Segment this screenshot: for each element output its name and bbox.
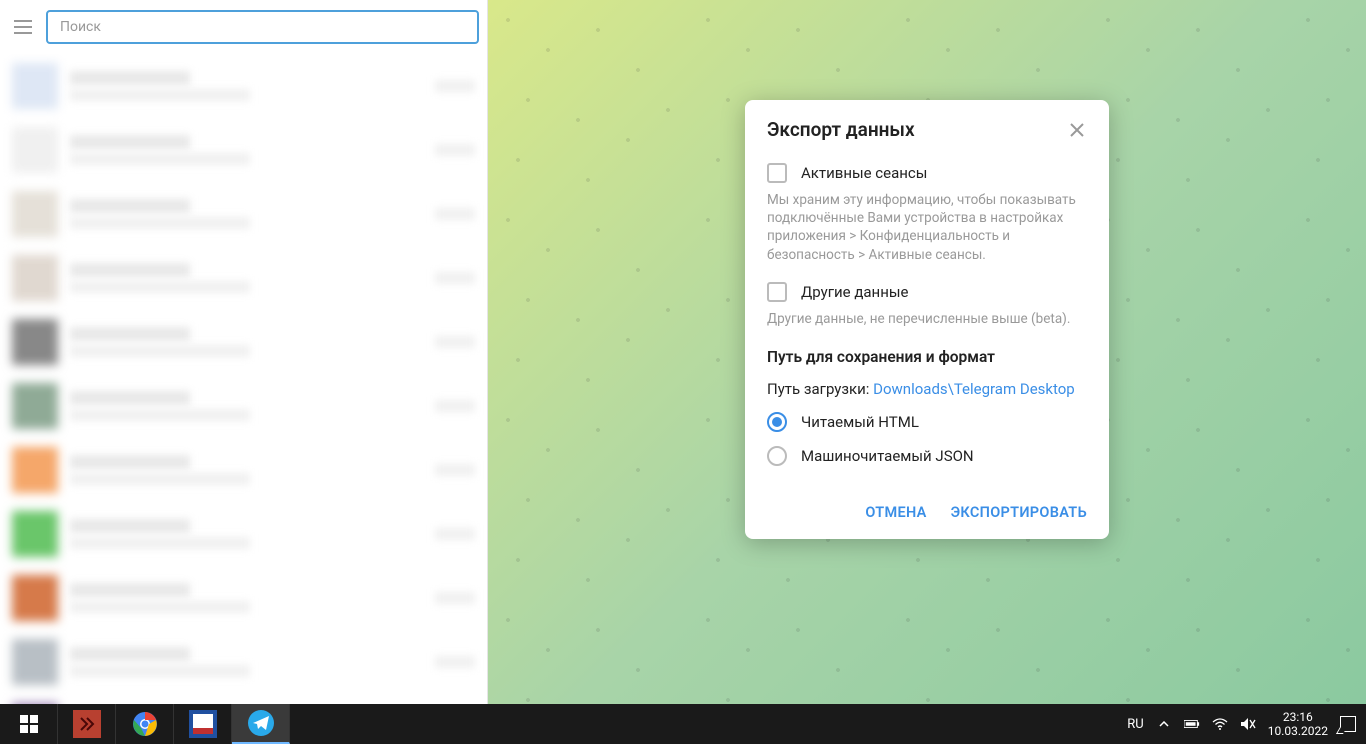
close-button[interactable] bbox=[1067, 120, 1087, 140]
chat-item[interactable] bbox=[0, 246, 487, 310]
cancel-button[interactable]: ОТМЕНА bbox=[865, 504, 926, 521]
sidebar-header bbox=[0, 0, 487, 54]
dialog-overlay: Экспорт данных Активные сеансы Мы храним… bbox=[488, 0, 1366, 704]
checkbox-row-sessions[interactable]: Активные сеансы bbox=[767, 163, 1087, 183]
clock[interactable]: 23:16 10.03.2022 bbox=[1268, 710, 1328, 739]
search-input[interactable] bbox=[46, 10, 479, 44]
chat-item[interactable] bbox=[0, 630, 487, 694]
taskbar-left bbox=[0, 704, 290, 744]
system-tray: RU 23:16 10.03.2022 bbox=[1117, 710, 1366, 739]
radio-row-json[interactable]: Машиночитаемый JSON bbox=[767, 446, 1087, 466]
path-row: Путь загрузки: Downloads\Telegram Deskto… bbox=[767, 380, 1087, 398]
taskbar[interactable]: RU 23:16 10.03.2022 bbox=[0, 704, 1366, 744]
chat-item[interactable] bbox=[0, 694, 487, 704]
checkbox-label: Активные сеансы bbox=[801, 164, 927, 182]
description-text: Мы храним эту информацию, чтобы показыва… bbox=[767, 191, 1087, 264]
battery-icon[interactable] bbox=[1184, 716, 1200, 732]
export-dialog: Экспорт данных Активные сеансы Мы храним… bbox=[745, 100, 1109, 539]
radio-json[interactable] bbox=[767, 446, 787, 466]
path-label: Путь загрузки: bbox=[767, 380, 873, 398]
date-text: 10.03.2022 bbox=[1268, 724, 1328, 738]
chat-item[interactable] bbox=[0, 438, 487, 502]
chat-item[interactable] bbox=[0, 310, 487, 374]
section-title: Путь для сохранения и формат bbox=[767, 348, 1087, 366]
checkbox-sessions[interactable] bbox=[767, 163, 787, 183]
dialog-body[interactable]: Активные сеансы Мы храним эту информацию… bbox=[745, 155, 1109, 490]
dialog-footer: ОТМЕНА ЭКСПОРТИРОВАТЬ bbox=[745, 490, 1109, 539]
main-area: Выберите, кому хотели бы написать Экспор… bbox=[488, 0, 1366, 704]
chat-item[interactable] bbox=[0, 182, 487, 246]
chat-item[interactable] bbox=[0, 566, 487, 630]
chrome-icon bbox=[131, 710, 159, 738]
app-icon bbox=[73, 710, 101, 738]
language-indicator[interactable]: RU bbox=[1127, 717, 1143, 732]
dialog-header: Экспорт данных bbox=[745, 100, 1109, 155]
radio-label: Машиночитаемый JSON bbox=[801, 447, 974, 465]
checkbox-label: Другие данные bbox=[801, 283, 908, 301]
task-item-telegram[interactable] bbox=[232, 704, 290, 744]
start-button[interactable] bbox=[0, 704, 58, 744]
chat-item[interactable] bbox=[0, 374, 487, 438]
task-item[interactable] bbox=[58, 704, 116, 744]
windows-icon bbox=[20, 715, 38, 733]
radio-html[interactable] bbox=[767, 412, 787, 432]
notification-icon[interactable] bbox=[1340, 716, 1356, 732]
chat-item[interactable] bbox=[0, 118, 487, 182]
wifi-icon[interactable] bbox=[1212, 716, 1228, 732]
menu-button[interactable] bbox=[8, 12, 38, 42]
chat-item[interactable] bbox=[0, 502, 487, 566]
dialog-title: Экспорт данных bbox=[767, 118, 915, 141]
export-button[interactable]: ЭКСПОРТИРОВАТЬ bbox=[951, 504, 1087, 521]
app-window: Выберите, кому хотели бы написать Экспор… bbox=[0, 0, 1366, 704]
tray-chevron-icon[interactable] bbox=[1156, 716, 1172, 732]
checkbox-row-other[interactable]: Другие данные bbox=[767, 282, 1087, 302]
radio-label: Читаемый HTML bbox=[801, 413, 919, 431]
app-icon bbox=[189, 710, 217, 738]
checkbox-other[interactable] bbox=[767, 282, 787, 302]
radio-row-html[interactable]: Читаемый HTML bbox=[767, 412, 1087, 432]
sidebar bbox=[0, 0, 488, 704]
time-text: 23:16 bbox=[1283, 710, 1313, 724]
description-text: Другие данные, не перечисленные выше (be… bbox=[767, 310, 1087, 328]
task-item-chrome[interactable] bbox=[116, 704, 174, 744]
telegram-icon bbox=[247, 709, 275, 737]
task-item[interactable] bbox=[174, 704, 232, 744]
chat-list[interactable] bbox=[0, 54, 487, 704]
path-link[interactable]: Downloads\Telegram Desktop bbox=[873, 380, 1075, 398]
chat-item[interactable] bbox=[0, 54, 487, 118]
volume-icon[interactable] bbox=[1240, 716, 1256, 732]
close-icon bbox=[1070, 123, 1084, 137]
